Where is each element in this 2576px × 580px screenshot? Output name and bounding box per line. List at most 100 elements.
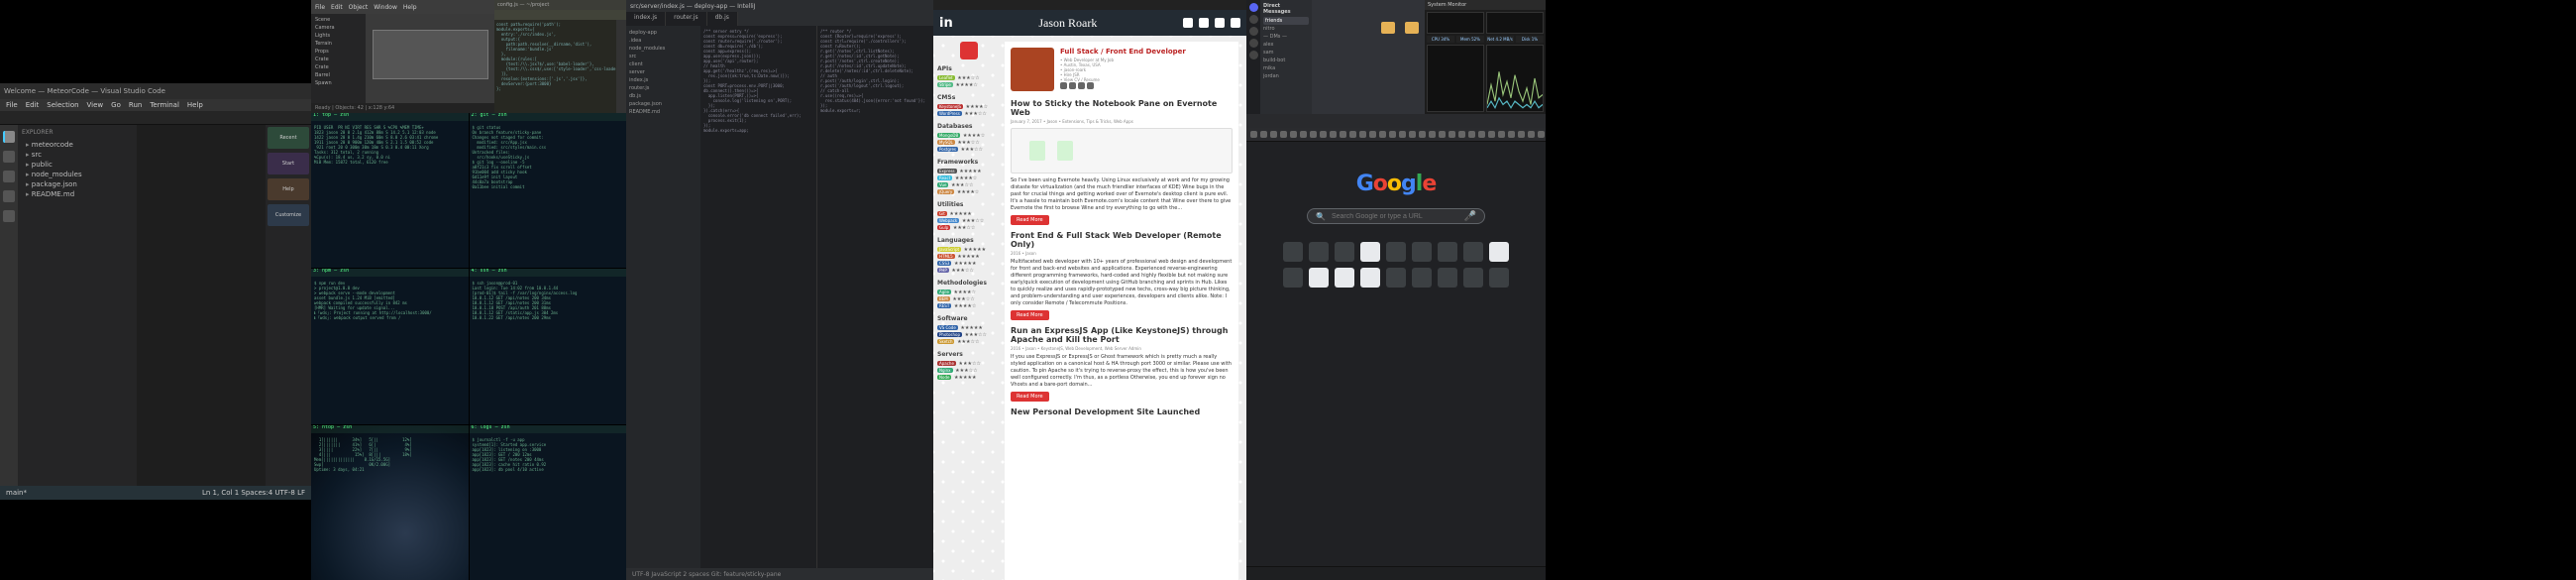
list-item[interactable]: Mem 52% (1456, 36, 1484, 43)
terminal-pane[interactable]: 3: npm — zsh$ npm run dev > project@1.0.… (311, 269, 469, 423)
list-item[interactable]: Disk 1% (1516, 36, 1544, 43)
shortcut-tile[interactable] (1438, 242, 1457, 262)
git-branch-label[interactable]: main* (6, 489, 27, 497)
skill-pill[interactable]: MongoDB (937, 133, 960, 138)
bookmark-icon[interactable] (1429, 131, 1436, 138)
post-title[interactable]: How to Sticky the Notebook Pane on Evern… (1011, 99, 1233, 117)
email-icon[interactable] (1231, 18, 1240, 28)
list-item[interactable]: router.js (666, 12, 706, 26)
list-item[interactable]: Go (111, 101, 121, 109)
list-item[interactable]: Edit (26, 101, 40, 109)
list-item[interactable]: index.js (629, 76, 698, 84)
bookmark-icon[interactable] (1538, 131, 1545, 138)
list-item[interactable]: src (629, 53, 698, 60)
bookmark-icon[interactable] (1250, 131, 1257, 138)
shortcut-tile[interactable] (1309, 242, 1329, 262)
list-item[interactable]: View (87, 101, 104, 109)
bookmark-icon[interactable] (1528, 131, 1535, 138)
bookmark-icon[interactable] (1439, 131, 1446, 138)
list-item[interactable]: Camera (313, 24, 364, 32)
shortcut-tile[interactable] (1463, 268, 1483, 288)
shortcut-tile[interactable] (1335, 268, 1354, 288)
skill-pill[interactable]: Leaflet (937, 75, 955, 80)
twitter-icon[interactable] (1183, 18, 1193, 28)
skill-pill[interactable]: PHP (937, 268, 949, 273)
list-item[interactable]: Edit (331, 4, 343, 11)
site-title[interactable]: Jason Roark (953, 16, 1183, 31)
skill-pill[interactable]: Agile (937, 290, 951, 294)
bookmark-icon[interactable] (1468, 131, 1475, 138)
list-item[interactable]: Terminal (150, 101, 179, 109)
ide-toolbar[interactable] (0, 111, 311, 125)
viewport-3d[interactable] (366, 14, 494, 103)
scene-tree[interactable]: Scene Camera Lights Terrain Props Crate … (311, 14, 366, 103)
list-item[interactable]: Spawn (313, 79, 364, 87)
channel-item[interactable]: alex (1263, 41, 1309, 49)
skill-pill[interactable]: Gulp (937, 225, 950, 230)
debug-icon[interactable] (3, 190, 15, 202)
level-mesh[interactable] (373, 30, 488, 79)
list-item[interactable]: client (629, 60, 698, 68)
list-item[interactable]: README.md (22, 189, 133, 199)
skill-pill[interactable]: VS Code (937, 325, 958, 330)
server-icon[interactable] (1249, 39, 1258, 48)
skill-pill[interactable]: REST (937, 303, 951, 308)
bookmark-icon[interactable] (1409, 131, 1416, 138)
folder-icon[interactable] (1381, 22, 1395, 34)
channel-item[interactable]: sam (1263, 49, 1309, 57)
list-item[interactable]: Props (313, 48, 364, 56)
bookmark-icon[interactable] (1369, 131, 1376, 138)
list-item[interactable]: node_modules (22, 170, 133, 179)
welcome-tile[interactable]: Customize (268, 204, 309, 226)
bookmark-icon[interactable] (1330, 131, 1337, 138)
list-item[interactable]: src (22, 150, 133, 160)
git-icon[interactable] (3, 171, 15, 182)
bookmark-bar[interactable] (1246, 128, 1546, 142)
bookmark-icon[interactable] (1389, 131, 1396, 138)
list-item[interactable]: router.js (629, 84, 698, 92)
skill-pill[interactable]: CSS3 (937, 261, 951, 266)
list-item[interactable]: Terrain (313, 40, 364, 48)
bookmark-icon[interactable] (1270, 131, 1277, 138)
read-more-button[interactable]: Read More (1011, 392, 1049, 402)
twitter-icon[interactable] (1060, 82, 1067, 89)
shortcut-tile[interactable] (1386, 242, 1406, 262)
read-more-button[interactable]: Read More (1011, 215, 1049, 225)
shortcut-tile[interactable] (1335, 242, 1354, 262)
channel-item[interactable]: — DMs — (1263, 33, 1309, 41)
terminal-pane[interactable]: 6: logs — zsh$ journalctl -f -u app syst… (470, 425, 627, 580)
post-title[interactable]: Run an ExpressJS App (Like KeystoneJS) t… (1011, 326, 1233, 344)
skill-pill[interactable]: Postgres (937, 147, 958, 152)
chrome-tabstrip[interactable] (1246, 114, 1546, 128)
skill-pill[interactable]: Express (937, 169, 957, 174)
editor-area[interactable] (137, 125, 266, 486)
ide-activity-bar[interactable] (0, 125, 18, 486)
list-item[interactable]: public (22, 160, 133, 170)
list-item[interactable]: Scene (313, 16, 364, 24)
list-item[interactable]: deploy-app (629, 29, 698, 37)
ide-menubar[interactable]: FileEditSelectionViewGoRunTerminalHelp (0, 99, 311, 111)
bookmark-icon[interactable] (1320, 131, 1327, 138)
code-area[interactable]: const path=require('path'); module.expor… (494, 20, 616, 113)
channel-item[interactable]: build-bot (1263, 57, 1309, 64)
mic-icon[interactable]: 🎤 (1464, 211, 1476, 222)
list-item[interactable]: Lights (313, 32, 364, 40)
minimap[interactable] (616, 20, 626, 113)
bookmark-icon[interactable] (1399, 131, 1406, 138)
server-icon[interactable] (1249, 27, 1258, 36)
shortcut-tile[interactable] (1386, 268, 1406, 288)
list-item[interactable]: server (629, 68, 698, 76)
channel-item[interactable]: nitro (1263, 25, 1309, 33)
terminal-pane[interactable]: 2: git — zsh$ git status On branch featu… (470, 113, 627, 268)
shortcut-tile[interactable] (1283, 242, 1303, 262)
bookmark-icon[interactable] (1280, 131, 1287, 138)
os-taskbar[interactable] (1246, 566, 1546, 580)
shortcut-tile[interactable] (1489, 268, 1509, 288)
list-item[interactable]: Window (374, 4, 397, 11)
bookmark-icon[interactable] (1349, 131, 1356, 138)
ide-welcome-tiles[interactable]: RecentStartHelpCustomize (266, 125, 311, 486)
bookmark-icon[interactable] (1508, 131, 1515, 138)
list-item[interactable]: Help (403, 4, 417, 11)
skill-pill[interactable]: JavaScript (937, 247, 961, 252)
editor-column-2[interactable]: /** router */ const {Router}=require('ex… (816, 26, 933, 568)
